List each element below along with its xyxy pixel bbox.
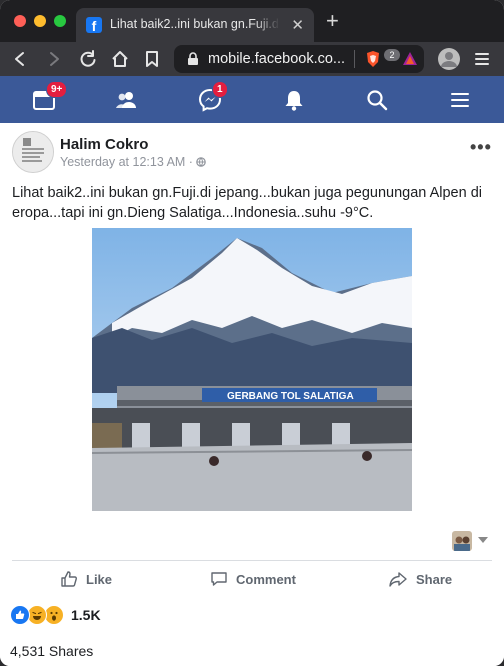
url-divider xyxy=(354,50,355,68)
minimize-window-button[interactable] xyxy=(34,15,46,27)
bell-icon xyxy=(285,91,303,111)
search-icon xyxy=(367,90,388,111)
news-feed-badge: 9+ xyxy=(46,81,68,98)
haha-reaction-icon xyxy=(27,605,47,625)
more-options-icon[interactable]: ••• xyxy=(470,137,492,158)
home-icon[interactable] xyxy=(110,49,130,69)
close-window-button[interactable] xyxy=(14,15,26,27)
reaction-summary[interactable]: 1.5K xyxy=(10,605,101,625)
tab-close-icon[interactable]: ✕ xyxy=(291,16,304,34)
hamburger-menu-icon[interactable] xyxy=(472,49,492,69)
browser-toolbar: mobile.facebook.co... 2 xyxy=(0,42,504,76)
profile-avatar-icon[interactable] xyxy=(438,48,460,70)
friends-icon xyxy=(116,92,136,108)
comment-icon xyxy=(211,572,227,586)
facebook-nav-bar: 9+ 1 xyxy=(0,76,504,123)
brave-shields-icon[interactable] xyxy=(364,50,382,68)
bookmark-icon[interactable] xyxy=(142,49,162,69)
url-text: mobile.facebook.co... xyxy=(208,51,346,67)
shields-count-badge: 2 xyxy=(384,49,400,61)
nav-menu[interactable] xyxy=(446,86,474,114)
browser-tab[interactable]: f Lihat baik2..ini bukan gn.Fuji.di jepa… xyxy=(76,8,314,42)
menu-icon xyxy=(451,93,469,107)
reaction-count: 1.5K xyxy=(71,607,101,623)
reload-icon[interactable] xyxy=(78,49,98,69)
nav-messenger[interactable]: 1 xyxy=(196,81,228,114)
forward-icon[interactable] xyxy=(44,49,64,69)
nav-notifications[interactable] xyxy=(280,86,308,114)
like-button[interactable]: Like xyxy=(60,569,112,589)
post-time[interactable]: Yesterday at 12:13 AM · xyxy=(60,155,207,169)
maximize-window-button[interactable] xyxy=(54,15,66,27)
reactor-dropdown-icon[interactable] xyxy=(478,537,488,543)
share-icon xyxy=(389,572,407,587)
shares-count[interactable]: 4,531 Shares xyxy=(10,643,93,659)
nav-search[interactable] xyxy=(363,86,391,114)
comment-button[interactable]: Comment xyxy=(210,569,296,589)
post-text: Lihat baik2..ini bukan gn.Fuji.di jepang… xyxy=(12,185,483,221)
address-bar[interactable]: mobile.facebook.co... 2 xyxy=(174,45,424,73)
share-button[interactable]: Share xyxy=(388,569,452,589)
post-time-text: Yesterday at 12:13 AM · xyxy=(60,155,197,169)
nav-friends[interactable] xyxy=(112,86,140,114)
tab-title: Lihat baik2..ini bukan gn.Fuji.di jepang xyxy=(110,17,280,31)
photo-sign-text: GERBANG TOL SALATIGA xyxy=(227,391,354,402)
actions-divider xyxy=(12,560,492,561)
comment-label: Comment xyxy=(236,571,296,587)
brave-rewards-icon[interactable] xyxy=(402,51,418,67)
like-reaction-icon xyxy=(10,605,30,625)
like-label: Like xyxy=(86,571,113,587)
author-name[interactable]: Halim Cokro xyxy=(60,136,148,153)
post-photo[interactable]: GERBANG TOL SALATIGA xyxy=(92,228,412,511)
thumbs-up-icon xyxy=(61,571,77,587)
lock-icon xyxy=(188,52,198,65)
share-label: Share xyxy=(416,571,453,587)
messenger-badge: 1 xyxy=(212,81,228,98)
reactor-avatar[interactable] xyxy=(452,531,472,551)
tab-bar: f Lihat baik2..ini bukan gn.Fuji.di jepa… xyxy=(0,0,504,42)
facebook-favicon-icon: f xyxy=(86,17,102,33)
nav-news-feed[interactable]: 9+ xyxy=(30,81,68,114)
back-icon[interactable] xyxy=(10,49,30,69)
author-avatar[interactable] xyxy=(12,131,54,173)
globe-icon xyxy=(196,157,207,167)
browser-window: f Lihat baik2..ini bukan gn.Fuji.di jepa… xyxy=(0,0,504,666)
post-card: Halim Cokro Yesterday at 12:13 AM · ••• … xyxy=(0,123,504,666)
new-tab-button[interactable]: + xyxy=(326,10,339,32)
wow-reaction-icon xyxy=(44,605,64,625)
